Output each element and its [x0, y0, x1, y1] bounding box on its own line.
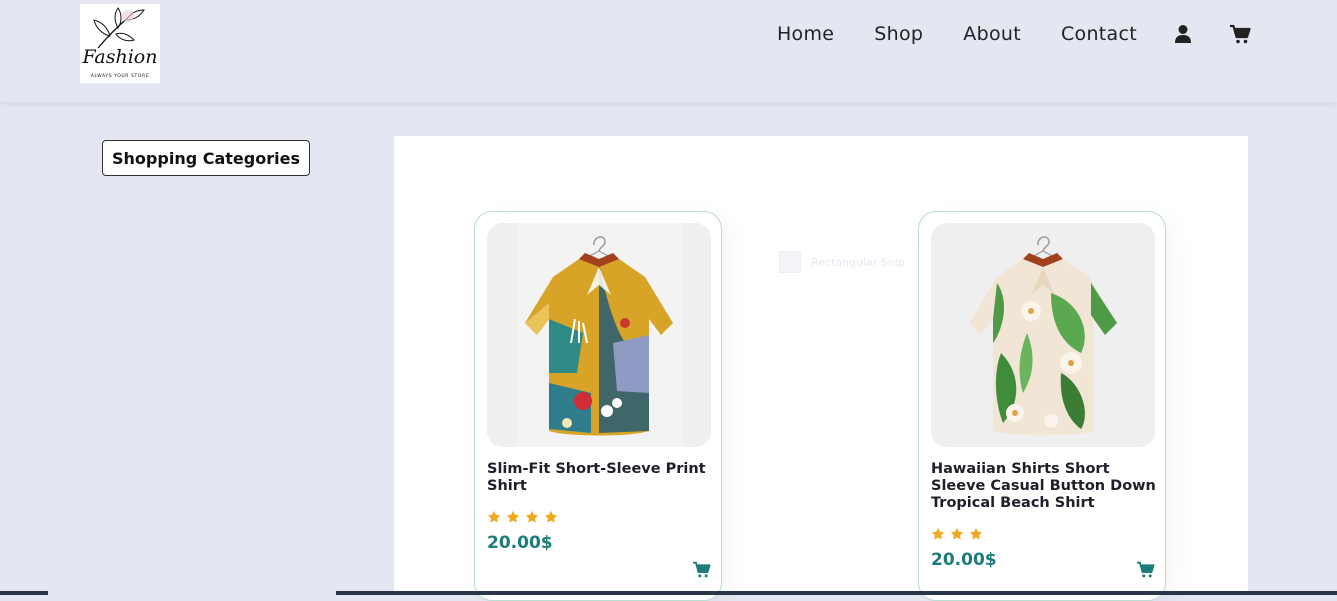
shirt-print-image[interactable]: [487, 223, 711, 447]
star-rating: [931, 527, 983, 541]
snip-ghost-label: Rectangular Snip: [811, 255, 905, 269]
product-title[interactable]: Hawaiian Shirts Short Sleeve Casual Butt…: [931, 461, 1157, 512]
product-card[interactable]: Hawaiian Shirts Short Sleeve Casual Butt…: [918, 211, 1166, 601]
star-icon: [544, 510, 558, 523]
os-taskbar: [0, 591, 1337, 595]
logo-wordmark: Fashion: [82, 46, 158, 68]
brand-logo[interactable]: Fashion ALWAYS YOUR STORE: [80, 4, 160, 83]
main-nav: Home Shop About Contact: [737, 19, 1251, 49]
navbar: Fashion ALWAYS YOUR STORE Home Shop Abou…: [0, 0, 1337, 102]
star-icon: [487, 510, 501, 523]
nav-home-link[interactable]: Home: [777, 23, 834, 45]
product-grid-panel: Rectangular Snip Slim-Fit Short-Sleeve P…: [394, 136, 1248, 601]
star-icon: [525, 510, 539, 523]
nav-shop-link[interactable]: Shop: [874, 23, 923, 45]
add-to-cart-icon[interactable]: [692, 561, 711, 582]
shirt-floral-image[interactable]: [931, 223, 1155, 447]
star-icon: [931, 527, 945, 540]
user-icon[interactable]: [1174, 24, 1192, 44]
nav-contact-link[interactable]: Contact: [1061, 23, 1137, 45]
product-price: 20.00$: [931, 550, 997, 570]
add-to-cart-icon[interactable]: [1136, 561, 1155, 582]
product-card[interactable]: Slim-Fit Short-Sleeve Print Shirt 20.00$: [474, 211, 722, 601]
star-icon: [950, 527, 964, 540]
taskbar-search-field[interactable]: [48, 591, 336, 595]
shopping-categories-button[interactable]: Shopping Categories: [102, 140, 310, 176]
star-icon: [969, 527, 983, 540]
leaf-branch-icon: [93, 7, 145, 49]
snip-ghost-icon: [779, 251, 801, 273]
cart-icon[interactable]: [1229, 24, 1251, 44]
nav-about-link[interactable]: About: [963, 23, 1021, 45]
product-title[interactable]: Slim-Fit Short-Sleeve Print Shirt: [487, 461, 713, 495]
star-rating: [487, 510, 558, 524]
logo-tagline: ALWAYS YOUR STORE: [90, 74, 150, 79]
product-price: 20.00$: [487, 533, 553, 553]
star-icon: [506, 510, 520, 523]
